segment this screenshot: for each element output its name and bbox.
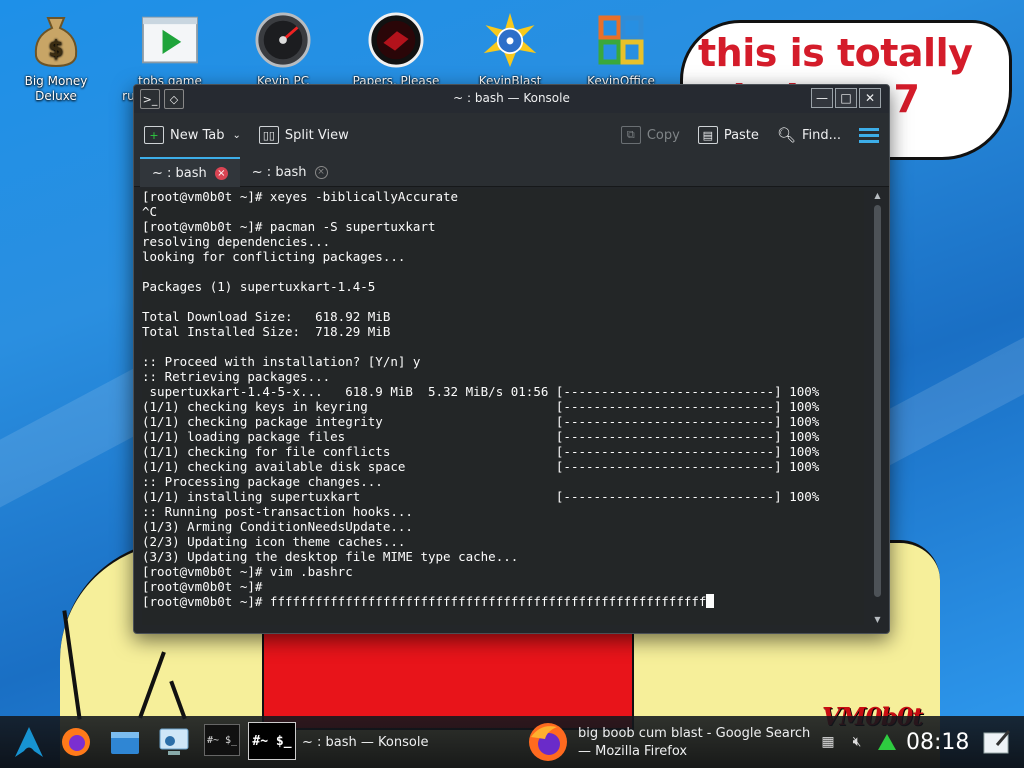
show-desktop-icon[interactable] [982,728,1012,756]
tab-bar: ~ : bash × ~ : bash × [134,157,889,187]
window-title: ~ : bash — Konsole [453,91,570,105]
scroll-up-arrow-icon[interactable]: ▲ [872,191,883,201]
terminal-line: :: Processing package changes... [142,474,383,489]
search-icon: 🔍︎ [776,126,796,144]
system-settings-icon[interactable] [156,724,192,760]
paste-label: Paste [723,127,759,143]
terminal-line: (1/1) installing supertuxkart [---------… [142,489,820,504]
firefox-task-label-title[interactable]: big boob cum blast - Google Search [578,726,810,741]
terminal-output[interactable]: [root@vm0b0t ~]# xeyes -biblicallyAccura… [142,189,864,625]
terminal-line: :: Running post-transaction hooks... [142,504,413,519]
terminal-line: :: Proceed with installation? [Y/n] y [142,354,421,369]
terminal-line: [root@vm0b0t ~]# xeyes -biblicallyAccura… [142,189,459,204]
terminal-line: (1/1) checking for file conflicts [-----… [142,444,820,459]
terminal-line: [root@vm0b0t ~]# [142,579,263,594]
wallpaper-red-shape [262,620,634,730]
firefox-task-icon[interactable] [526,720,570,764]
app-launcher-arch-icon[interactable] [12,724,46,760]
new-tab-button[interactable]: + New Tab ⌄ [144,126,241,144]
terminal-line: looking for conflicting packages... [142,249,406,264]
terminal-line: (1/1) checking package integrity [------… [142,414,820,429]
gauge-icon [255,12,311,68]
taskbar-clock[interactable]: 08:18 [906,730,969,755]
firefox-launcher-icon[interactable] [58,724,94,760]
office-icon [593,12,649,68]
tab-label: ~ : bash [251,164,307,180]
disc-star-icon [482,12,538,68]
new-tab-label: New Tab [170,127,225,143]
chevron-down-icon[interactable]: ⌄ [233,130,241,141]
terminal-line: [root@vm0b0t ~]# fffffffffffffffffffffff… [142,594,864,609]
terminal-line: [root@vm0b0t ~]# vim .bashrc [142,564,353,579]
money-bag-icon: $ [28,12,84,68]
new-tab-icon: + [144,126,164,144]
terminal-line: Total Download Size: 618.92 MiB [142,309,391,324]
close-button[interactable]: ✕ [859,88,881,108]
split-view-icon: ▯▯ [258,126,279,144]
window-controls: — □ ✕ [811,88,881,108]
konsole-task-label[interactable]: ~ : bash — Konsole [302,735,428,750]
updates-tray-icon[interactable] [876,732,898,752]
terminal-line: (1/1) loading package files [-----------… [142,429,820,444]
terminal-line: (1/3) Arming ConditionNeedsUpdate... [142,519,413,534]
tab-label: ~ : bash [152,165,207,181]
terminal-line: (1/1) checking keys in keyring [--------… [142,399,820,414]
svg-text:$: $ [48,37,63,62]
terminal-line: Total Installed Size: 718.29 MiB [142,324,391,339]
terminal-line: :: Retrieving packages... [142,369,331,384]
split-view-button[interactable]: ▯▯ Split View [258,126,349,144]
desktop-icon-label: Big Money Deluxe [24,74,88,103]
paste-icon: ▤ [697,126,718,144]
hamburger-menu-icon[interactable] [859,127,879,143]
maximize-button[interactable]: □ [835,88,857,108]
konsole-task-icon[interactable]: #~ $_ [248,722,296,760]
clipboard-tray-icon[interactable]: ▦ [818,732,838,752]
minimize-button[interactable]: — [811,88,833,108]
terminal-scrollbar[interactable]: ▲ ▼ [872,191,883,625]
play-icon [142,12,198,68]
close-tab-icon[interactable]: × [214,166,228,180]
tab-bash-2[interactable]: ~ : bash × [240,157,340,187]
terminal-line: [root@vm0b0t ~]# pacman -S supertuxkart [142,219,436,234]
terminal-line: (2/3) Updating icon theme caches... [142,534,406,549]
konsole-toolbar: + New Tab ⌄ ▯▯ Split View ⧉ Copy ▤ Paste… [134,113,889,157]
find-label: Find... [801,127,841,143]
terminal-cursor [706,594,715,608]
paste-button[interactable]: ▤ Paste [697,126,759,144]
close-tab-icon[interactable]: × [314,165,328,179]
desktop-icon-papers-please[interactable]: Papers, Please [346,8,446,89]
copy-icon: ⧉ [620,126,641,144]
copy-button[interactable]: ⧉ Copy [620,126,680,144]
terminal-line: Packages (1) supertuxkart-1.4-5 [142,279,376,294]
volume-muted-tray-icon[interactable]: 🔇︎ [846,732,868,752]
terminal-line: (3/3) Updating the desktop file MIME typ… [142,549,519,564]
desktop-icon-big-money[interactable]: $ Big Money Deluxe [6,8,106,104]
scrollbar-thumb[interactable] [874,205,881,597]
terminal-line: resolving dependencies... [142,234,331,249]
terminal-line: ^C [142,204,158,219]
terminal-launcher-icon[interactable]: #~ $_ [204,724,240,756]
firefox-task-label-app[interactable]: — Mozilla Firefox [578,744,687,759]
taskbar: #~ $_ #~ $_ ~ : bash — Konsole big boob … [0,716,1024,768]
file-manager-icon[interactable] [108,724,142,760]
konsole-window: >_ ◇ ~ : bash — Konsole — □ ✕ + New Tab … [133,84,890,634]
terminal-line: (1/1) checking available disk space [---… [142,459,820,474]
split-view-label: Split View [284,127,349,143]
window-titlebar[interactable]: >_ ◇ ~ : bash — Konsole — □ ✕ [134,85,889,113]
terminal-line: supertuxkart-1.4-5-x... 618.9 MiB 5.32 M… [142,384,820,399]
find-button[interactable]: 🔍︎ Find... [777,126,841,144]
papers-please-icon [368,12,424,68]
copy-label: Copy [646,127,680,143]
scroll-down-arrow-icon[interactable]: ▼ [872,615,883,625]
tab-bash-1[interactable]: ~ : bash × [140,157,240,187]
